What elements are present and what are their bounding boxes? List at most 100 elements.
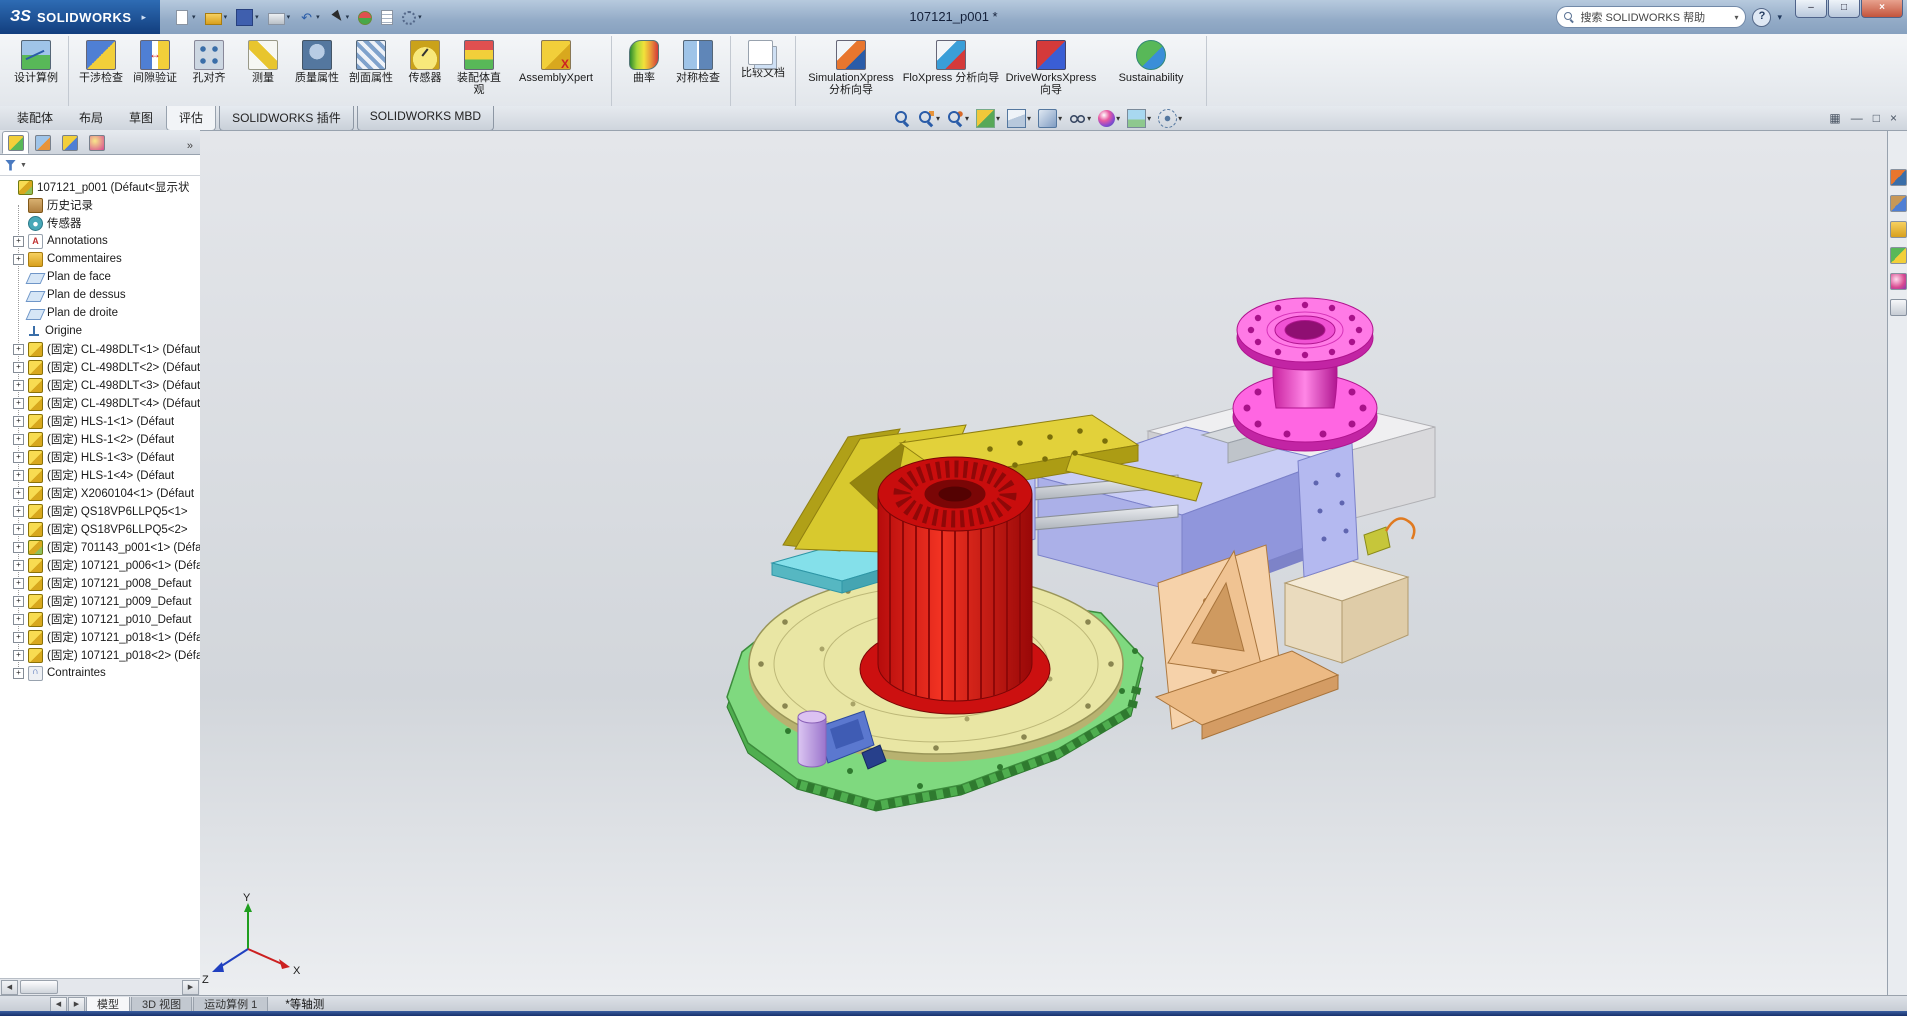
expander-icon[interactable]: + xyxy=(13,559,24,571)
expander-icon[interactable]: + xyxy=(13,631,24,643)
tree-item[interactable]: Plan de dessus xyxy=(0,286,200,304)
ribbon-mass-properties-button[interactable]: 质量属性 xyxy=(290,38,344,86)
scroll-left-icon[interactable]: ◀ xyxy=(1,979,18,995)
select-button[interactable]: ▾ xyxy=(327,8,352,27)
ribbon-measure-button[interactable]: 测量 xyxy=(236,38,290,86)
tab-装配体[interactable]: 装配体 xyxy=(4,106,66,131)
tree-item[interactable]: + Contraintes xyxy=(0,664,200,682)
expander-icon[interactable]: + xyxy=(13,667,24,679)
expander-icon[interactable]: + xyxy=(13,523,24,535)
graphics-area[interactable]: Y X Z xyxy=(200,131,1887,996)
new-document-button[interactable]: ▾ xyxy=(172,7,198,28)
display-style-button[interactable]: ▾ xyxy=(1036,108,1064,129)
section-view-button[interactable]: ▾ xyxy=(974,108,1002,129)
dropdown-caret-icon[interactable]: ▾ xyxy=(1178,114,1182,123)
expander-icon[interactable]: + xyxy=(13,253,24,265)
expander-icon[interactable]: + xyxy=(13,343,24,355)
tree-item[interactable]: + (固定) CL-498DLT<4> (Défaut xyxy=(0,394,200,412)
appearances-icon[interactable] xyxy=(1889,273,1907,290)
expander-icon[interactable]: + xyxy=(13,361,24,373)
tree-item[interactable]: Plan de droite xyxy=(0,304,200,322)
expander-icon[interactable]: + xyxy=(13,397,24,409)
minimize-button[interactable]: – xyxy=(1795,0,1827,18)
open-button[interactable]: ▾ xyxy=(203,8,230,27)
solidworks-resources-icon[interactable] xyxy=(1889,169,1907,186)
panel-overflow-chevron[interactable]: » xyxy=(187,140,198,154)
ribbon-assembly-xpert-button[interactable]: AssemblyXpert xyxy=(506,38,606,86)
dropdown-caret-icon[interactable]: ▾ xyxy=(1058,114,1062,123)
expander-icon[interactable]: + xyxy=(13,415,24,427)
tree-item[interactable]: + (固定) HLS-1<2> (Défaut xyxy=(0,430,200,448)
ribbon-curvature-button[interactable]: 曲率 xyxy=(617,38,671,86)
ribbon-assembly-visualization-button[interactable]: 装配体直观 xyxy=(452,38,506,98)
scroll-right-icon[interactable]: ▶ xyxy=(182,979,199,995)
tab-评估[interactable]: 评估 xyxy=(166,106,217,131)
panel-horizontal-scrollbar[interactable]: ◀ ▶ xyxy=(0,978,200,995)
expander-icon[interactable]: + xyxy=(13,595,24,607)
dropdown-caret-icon[interactable]: ▾ xyxy=(1147,114,1151,123)
tree-item[interactable]: + (固定) 107121_p006<1> (Défaut xyxy=(0,556,200,574)
tree-item[interactable]: 传感器 xyxy=(0,214,200,232)
ribbon-driveworksxpress-wizard-button[interactable]: DriveWorksXpress 向导 xyxy=(1001,38,1101,98)
tree-item[interactable]: + (固定) X2060104<1> (Défaut xyxy=(0,484,200,502)
previous-view-button[interactable]: ▾ xyxy=(945,109,971,128)
menu-expand-icon[interactable]: ▸ xyxy=(142,12,147,23)
expander-icon[interactable]: + xyxy=(13,487,24,499)
dropdown-caret-icon[interactable]: ▾ xyxy=(996,114,1000,123)
restore-doc-icon[interactable]: □ xyxy=(1873,110,1880,126)
rebuild-button[interactable] xyxy=(356,8,374,27)
maximize-button[interactable]: □ xyxy=(1828,0,1860,18)
dropdown-caret-icon[interactable]: ▾ xyxy=(1027,114,1031,123)
file-properties-button[interactable] xyxy=(379,7,395,27)
tree-item[interactable]: + (固定) HLS-1<1> (Défaut xyxy=(0,412,200,430)
scroll-thumb[interactable] xyxy=(20,980,58,994)
custom-properties-icon[interactable] xyxy=(1889,299,1907,316)
minimize-doc-icon[interactable]: — xyxy=(1851,110,1863,126)
display-manager-tab[interactable] xyxy=(83,131,110,154)
ribbon-floxpress-wizard-button[interactable]: FloXpress 分析向导 xyxy=(901,38,1001,86)
tree-item[interactable]: + (固定) 107121_p018<2> (Défaut xyxy=(0,646,200,664)
ribbon-sensor-button[interactable]: 传感器 xyxy=(398,38,452,86)
tree-item[interactable]: + (固定) HLS-1<3> (Défaut xyxy=(0,448,200,466)
edit-appearance-button[interactable]: ▾ xyxy=(1096,109,1122,128)
property-manager-tab[interactable] xyxy=(29,131,56,154)
dropdown-caret-icon[interactable]: ▾ xyxy=(936,114,940,123)
expander-icon[interactable]: + xyxy=(13,235,24,247)
print-button[interactable]: ▾ xyxy=(266,8,293,27)
previous-tab-icon[interactable]: ◀ xyxy=(50,996,67,1012)
tree-item[interactable]: Origine xyxy=(0,322,200,340)
doc-tab-运动算例 1[interactable]: 运动算例 1 xyxy=(193,996,269,1012)
ribbon-compare-documents-button[interactable]: 比较文档 xyxy=(736,38,790,81)
tree-item[interactable]: + (固定) CL-498DLT<3> (Défaut xyxy=(0,376,200,394)
tree-item[interactable]: 历史记录 xyxy=(0,196,200,214)
expander-icon[interactable]: + xyxy=(13,613,24,625)
dropdown-caret-icon[interactable]: ▾ xyxy=(965,114,969,123)
tree-item[interactable]: + (固定) 107121_p009_Defaut xyxy=(0,592,200,610)
options-button[interactable]: ▾ xyxy=(400,7,424,27)
next-tab-icon[interactable]: ▶ xyxy=(68,996,85,1012)
feature-manager-tab[interactable] xyxy=(2,131,29,154)
filter-dropdown-icon[interactable]: ▼ xyxy=(20,162,27,169)
view-orientation-button[interactable]: ▾ xyxy=(1005,108,1033,129)
tree-item[interactable]: Plan de face xyxy=(0,268,200,286)
save-button[interactable]: ▾ xyxy=(234,7,261,28)
expander-icon[interactable]: + xyxy=(13,379,24,391)
tree-item[interactable]: + (固定) QS18VP6LLPQ5<1> xyxy=(0,502,200,520)
tree-item[interactable]: + (固定) 107121_p010_Defaut xyxy=(0,610,200,628)
hide-show-items-button[interactable]: ▾ xyxy=(1067,109,1093,128)
stator-red[interactable] xyxy=(859,456,1051,715)
ribbon-section-properties-button[interactable]: 剖面属性 xyxy=(344,38,398,86)
tab-草图[interactable]: 草图 xyxy=(116,106,166,131)
tab-SOLIDWORKS 插件[interactable]: SOLIDWORKS 插件 xyxy=(219,106,354,131)
undo-button[interactable]: ▾ xyxy=(297,8,322,27)
cylinder-purple-small[interactable] xyxy=(797,710,827,768)
close-button[interactable]: × xyxy=(1861,0,1903,18)
tile-windows-icon[interactable]: ▦ xyxy=(1829,110,1840,126)
tree-item[interactable]: + (固定) 107121_p018<1> (Défaut xyxy=(0,628,200,646)
expander-icon[interactable]: + xyxy=(13,451,24,463)
expander-icon[interactable]: + xyxy=(13,433,24,445)
dropdown-caret-icon[interactable]: ▾ xyxy=(1116,114,1120,123)
view-settings-button[interactable]: ▾ xyxy=(1156,108,1184,129)
solidworks-logo[interactable]: ЗS SOLIDWORKS ▸ xyxy=(0,0,161,34)
ribbon-symmetry-check-button[interactable]: 对称检查 xyxy=(671,38,725,86)
